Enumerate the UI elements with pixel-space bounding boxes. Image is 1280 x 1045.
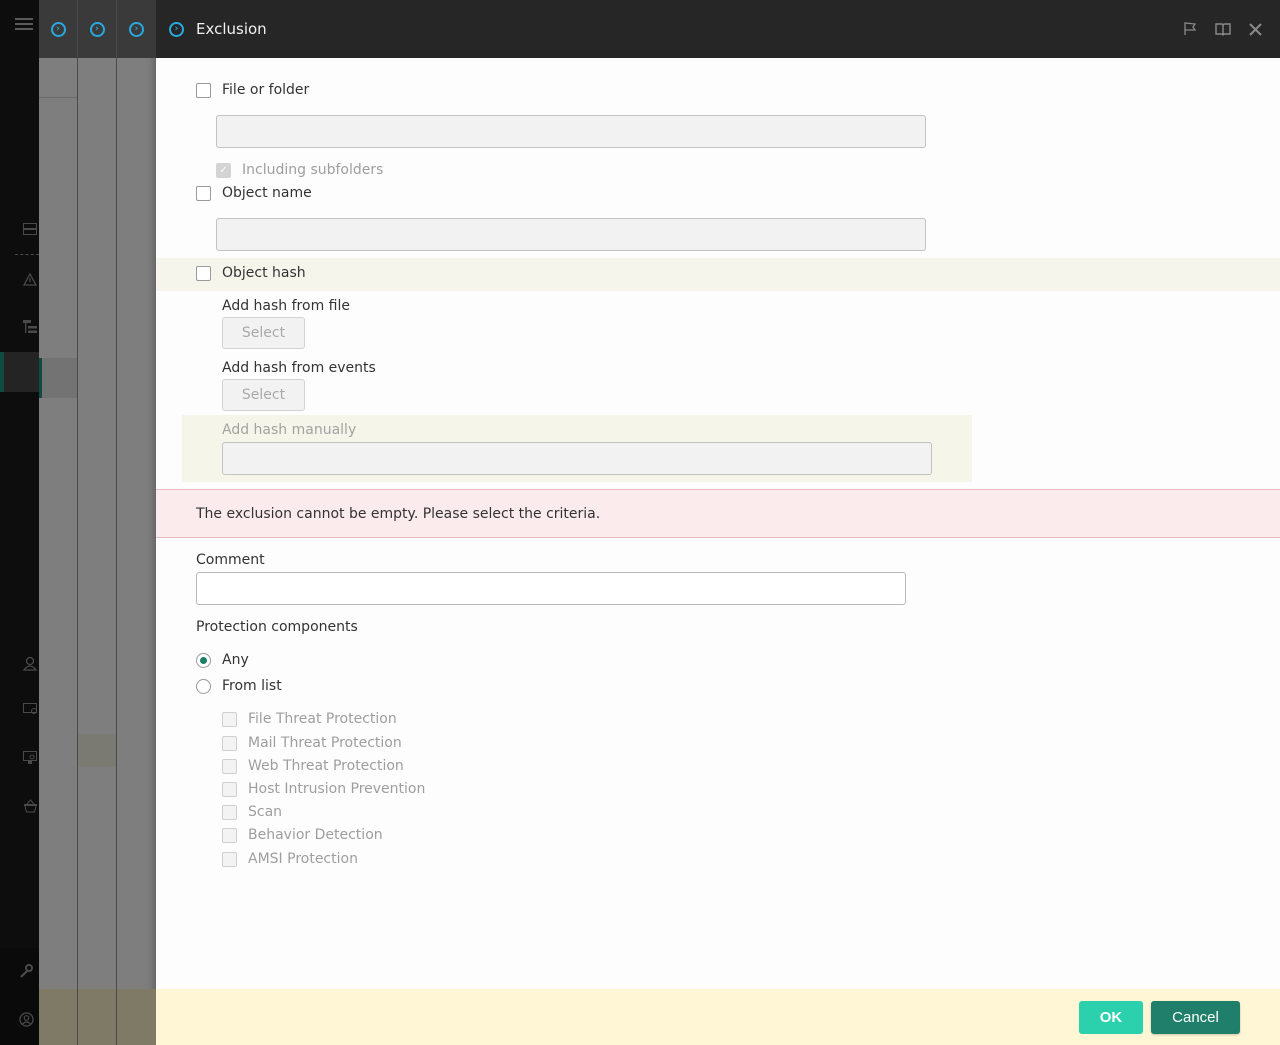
component-checkbox[interactable]: Scan <box>222 804 282 820</box>
add-hash-manually-input[interactable] <box>222 442 932 475</box>
object-name-label: Object name <box>222 185 312 201</box>
warning-icon[interactable] <box>22 271 38 287</box>
checkbox[interactable] <box>222 851 237 867</box>
object-hash-checkbox[interactable]: Object hash <box>196 265 306 281</box>
rail-bottom <box>0 948 39 1045</box>
checkbox[interactable] <box>222 827 237 843</box>
error-message: The exclusion cannot be empty. Please se… <box>196 505 601 522</box>
close-icon[interactable] <box>1249 22 1262 36</box>
list-icon[interactable] <box>22 221 38 237</box>
radio-any[interactable]: Any <box>196 652 249 668</box>
component-label: Mail Threat Protection <box>248 735 402 751</box>
including-subfolders-checkbox[interactable]: ✓ Including subfolders <box>216 162 383 178</box>
stacked-panel-1[interactable]: › <box>39 0 78 1045</box>
protection-components-label: Protection components <box>196 619 358 635</box>
component-label: Web Threat Protection <box>248 758 404 774</box>
stacked-panel-3[interactable]: › <box>117 0 156 1045</box>
error-banner: The exclusion cannot be empty. Please se… <box>156 489 1280 538</box>
checkbox[interactable] <box>222 781 237 797</box>
panel-titlebar: › Exclusion <box>156 0 1280 58</box>
component-label: File Threat Protection <box>248 711 397 727</box>
device-settings-icon[interactable] <box>22 702 38 718</box>
add-hash-from-events-label: Add hash from events <box>222 360 376 376</box>
user-icon[interactable] <box>22 655 38 671</box>
radio-from-list-label: From list <box>222 678 282 694</box>
comment-input[interactable] <box>196 572 906 605</box>
radio-button-selected[interactable] <box>196 652 211 668</box>
radio-from-list[interactable]: From list <box>196 678 282 694</box>
checkbox[interactable] <box>222 804 237 820</box>
menu-icon[interactable] <box>15 16 33 32</box>
select-hash-events-button[interactable]: Select <box>222 379 305 411</box>
expand-panel-icon[interactable]: › <box>50 21 66 37</box>
radio-any-label: Any <box>222 652 249 668</box>
component-checkbox[interactable]: Host Intrusion Prevention <box>222 781 425 797</box>
file-or-folder-checkbox[interactable]: File or folder <box>196 82 309 98</box>
file-or-folder-label: File or folder <box>222 82 310 98</box>
panel-footer: OK Cancel <box>156 989 1280 1045</box>
checkbox[interactable] <box>196 185 211 201</box>
object-hash-label: Object hash <box>222 265 306 281</box>
add-hash-from-file-label: Add hash from file <box>222 298 350 314</box>
object-hash-band <box>156 258 1280 291</box>
exclusion-panel: › Exclusion File or folder ✓ Including s… <box>156 0 1280 1045</box>
file-or-folder-input[interactable] <box>216 115 926 148</box>
divider <box>15 254 39 255</box>
object-name-input[interactable] <box>216 218 926 251</box>
comment-label: Comment <box>196 552 265 568</box>
component-label: AMSI Protection <box>248 851 358 867</box>
including-subfolders-label: Including subfolders <box>242 162 384 178</box>
checkbox[interactable] <box>196 265 211 281</box>
basket-icon[interactable] <box>22 798 38 814</box>
book-icon[interactable] <box>1215 22 1231 36</box>
component-checkbox[interactable]: File Threat Protection <box>222 711 397 727</box>
stacked-panel-2[interactable]: › <box>78 0 117 1045</box>
component-checkbox[interactable]: Mail Threat Protection <box>222 735 402 751</box>
expand-panel-icon[interactable]: › <box>129 21 144 37</box>
expand-panel-icon[interactable]: › <box>89 21 105 37</box>
checkbox[interactable] <box>222 735 237 751</box>
component-label: Behavior Detection <box>248 827 383 843</box>
panel-arrow-icon[interactable]: › <box>169 21 184 37</box>
component-label: Scan <box>248 804 283 820</box>
add-hash-manually-label: Add hash manually <box>222 422 357 438</box>
radio-button[interactable] <box>196 678 211 694</box>
select-hash-file-button[interactable]: Select <box>222 317 305 349</box>
checkbox[interactable] <box>222 758 237 774</box>
cancel-button[interactable]: Cancel <box>1151 1001 1240 1034</box>
component-checkbox[interactable]: AMSI Protection <box>222 851 358 867</box>
ok-button[interactable]: OK <box>1079 1001 1143 1034</box>
monitor-search-icon[interactable] <box>22 750 38 766</box>
checkbox-checked[interactable]: ✓ <box>216 162 231 178</box>
object-name-checkbox[interactable]: Object name <box>196 185 312 201</box>
checkbox[interactable] <box>196 82 211 98</box>
left-nav-rail <box>0 0 39 1045</box>
flag-icon[interactable] <box>1183 22 1197 36</box>
wrench-icon[interactable] <box>18 963 34 979</box>
rail-active-item[interactable] <box>0 352 39 392</box>
component-checkbox[interactable]: Behavior Detection <box>222 827 383 843</box>
component-label: Host Intrusion Prevention <box>248 781 426 797</box>
component-checkbox[interactable]: Web Threat Protection <box>222 758 404 774</box>
account-icon[interactable] <box>18 1011 34 1027</box>
checkbox[interactable] <box>222 711 237 727</box>
panel-title: Exclusion <box>196 20 267 38</box>
tree-icon[interactable] <box>22 319 38 335</box>
